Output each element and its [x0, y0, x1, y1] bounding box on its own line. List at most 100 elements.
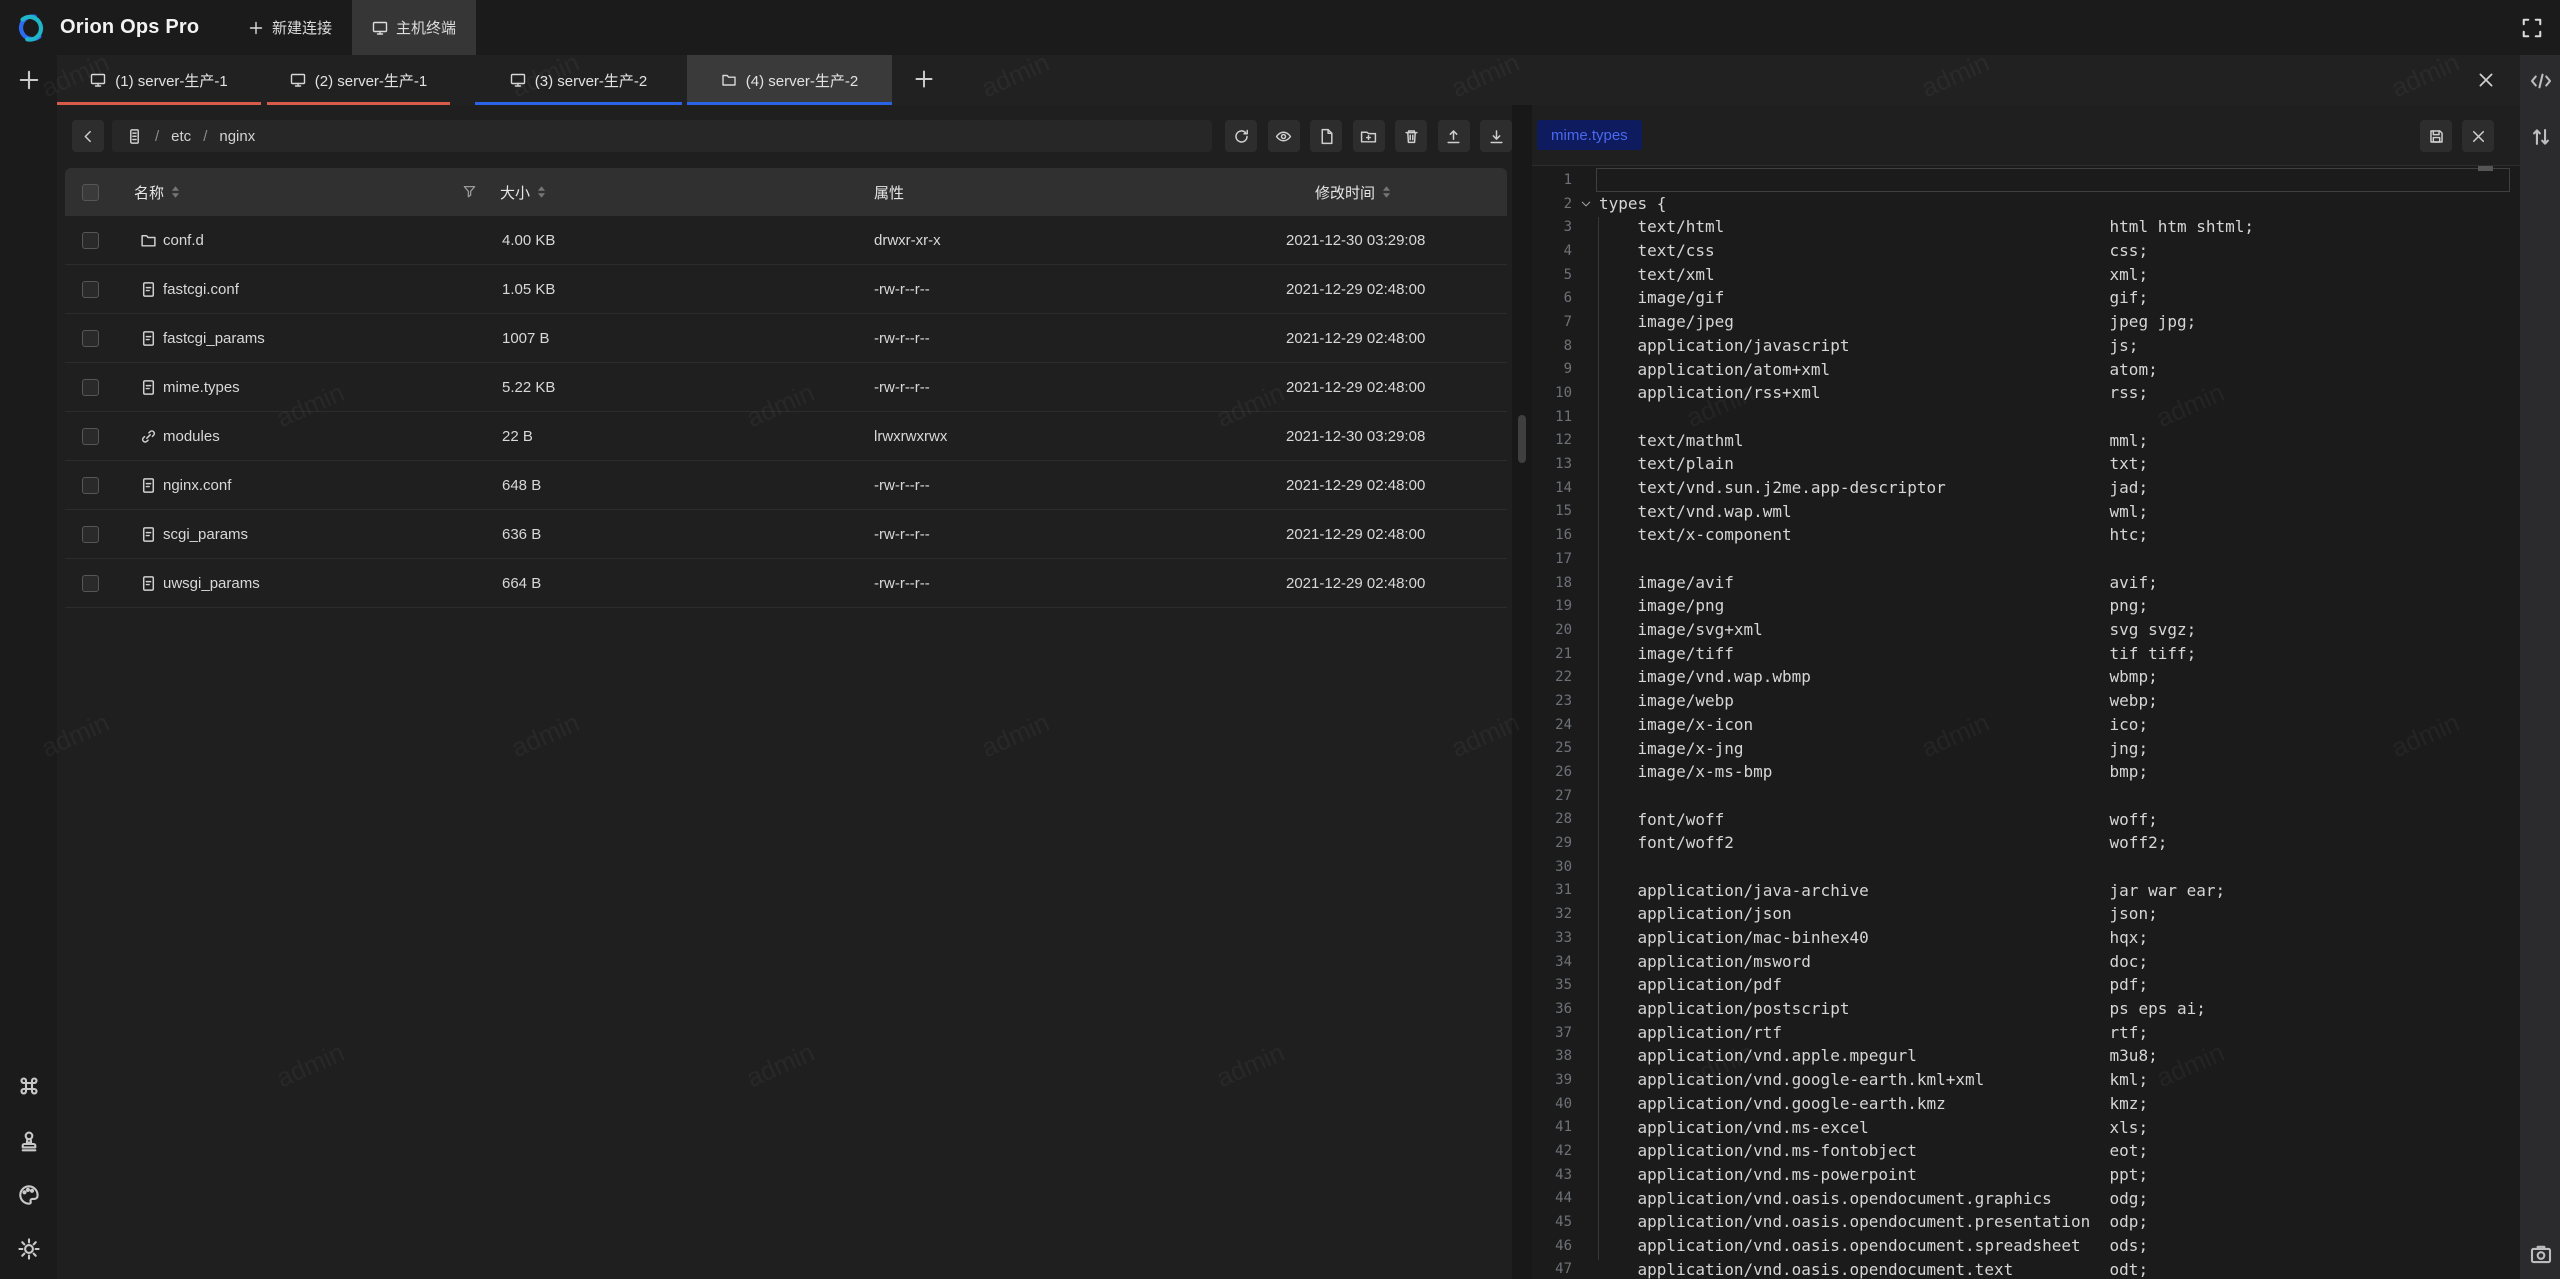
- code-line-31[interactable]: 31 application/java-archive jar war ear;: [1532, 879, 2520, 903]
- terminal-tab-2[interactable]: (2) server-生产-1: [267, 55, 450, 105]
- code-line-46[interactable]: 46 application/vnd.oasis.opendocument.sp…: [1532, 1234, 2520, 1258]
- rightbar-sort-vertical-button[interactable]: [2527, 123, 2554, 150]
- app-logo[interactable]: Orion Ops Pro: [12, 12, 199, 44]
- code-line-3[interactable]: 3 text/html html htm shtml;: [1532, 215, 2520, 239]
- row-checkbox[interactable]: [82, 428, 99, 445]
- column-header-size[interactable]: 大小: [500, 168, 546, 216]
- eye-button[interactable]: [1268, 120, 1300, 152]
- file-row-modules[interactable]: modules22 Blrwxrwxrwx2021-12-30 03:29:08: [65, 412, 1507, 461]
- breadcrumb[interactable]: /etc/nginx: [112, 120, 1212, 152]
- terminal-tab-4[interactable]: (4) server-生产-2: [687, 55, 892, 105]
- code-line-16[interactable]: 16 text/x-component htc;: [1532, 523, 2520, 547]
- select-all-checkbox[interactable]: [82, 184, 99, 201]
- sort-carets-icon[interactable]: [537, 185, 546, 199]
- code-line-13[interactable]: 13 text/plain txt;: [1532, 452, 2520, 476]
- file-row-fastcgi.conf[interactable]: fastcgi.conf1.05 KB-rw-r--r--2021-12-29 …: [65, 265, 1507, 314]
- fullscreen-icon[interactable]: [2520, 16, 2544, 40]
- code-line-36[interactable]: 36 application/postscript ps eps ai;: [1532, 997, 2520, 1021]
- code-line-1[interactable]: 1: [1532, 168, 2520, 192]
- file-row-mime.types[interactable]: mime.types5.22 KB-rw-r--r--2021-12-29 02…: [65, 363, 1507, 412]
- sidebar-command-button[interactable]: [15, 1072, 42, 1099]
- code-line-15[interactable]: 15 text/vnd.wap.wml wml;: [1532, 500, 2520, 524]
- add-tab-button[interactable]: [913, 68, 937, 92]
- code-line-45[interactable]: 45 application/vnd.oasis.opendocument.pr…: [1532, 1210, 2520, 1234]
- sort-carets-icon[interactable]: [1382, 185, 1391, 199]
- close-editor-button[interactable]: [2462, 120, 2494, 152]
- refresh-button[interactable]: [1225, 120, 1257, 152]
- code-line-25[interactable]: 25 image/x-jng jng;: [1532, 737, 2520, 761]
- code-line-5[interactable]: 5 text/xml xml;: [1532, 263, 2520, 287]
- file-row-scgi_params[interactable]: scgi_params636 B-rw-r--r--2021-12-29 02:…: [65, 510, 1507, 559]
- sidebar-stamp-button[interactable]: [15, 1127, 42, 1154]
- sort-carets-icon[interactable]: [171, 185, 180, 199]
- save-button[interactable]: [2420, 120, 2452, 152]
- editor-file-tab[interactable]: mime.types: [1537, 120, 1642, 150]
- upload-button[interactable]: [1438, 120, 1470, 152]
- sidebar-palette-button[interactable]: [15, 1181, 42, 1208]
- row-checkbox[interactable]: [82, 232, 99, 249]
- code-line-41[interactable]: 41 application/vnd.ms-excel xls;: [1532, 1116, 2520, 1140]
- file-row-conf.d[interactable]: conf.d4.00 KBdrwxr-xr-x2021-12-30 03:29:…: [65, 216, 1507, 265]
- new-folder-button[interactable]: [1353, 120, 1385, 152]
- code-line-20[interactable]: 20 image/svg+xml svg svgz;: [1532, 618, 2520, 642]
- code-line-47[interactable]: 47 application/vnd.oasis.opendocument.te…: [1532, 1258, 2520, 1279]
- code-line-34[interactable]: 34 application/msword doc;: [1532, 950, 2520, 974]
- row-checkbox[interactable]: [82, 330, 99, 347]
- code-line-33[interactable]: 33 application/mac-binhex40 hqx;: [1532, 926, 2520, 950]
- code-line-23[interactable]: 23 image/webp webp;: [1532, 689, 2520, 713]
- editor-scrollbar-thumb[interactable]: [2478, 166, 2493, 171]
- code-area[interactable]: 12types {3 text/html html htm shtml;4 te…: [1532, 166, 2520, 1279]
- code-line-2[interactable]: 2types {: [1532, 192, 2520, 216]
- code-line-27[interactable]: 27: [1532, 784, 2520, 808]
- row-checkbox[interactable]: [82, 477, 99, 494]
- code-line-17[interactable]: 17: [1532, 547, 2520, 571]
- row-checkbox[interactable]: [82, 526, 99, 543]
- fold-chevron-icon[interactable]: [1572, 198, 1599, 210]
- code-line-28[interactable]: 28 font/woff woff;: [1532, 808, 2520, 832]
- code-line-22[interactable]: 22 image/vnd.wap.wbmp wbmp;: [1532, 665, 2520, 689]
- sidebar-gear-button[interactable]: [15, 1235, 42, 1262]
- code-line-7[interactable]: 7 image/jpeg jpeg jpg;: [1532, 310, 2520, 334]
- code-line-10[interactable]: 10 application/rss+xml rss;: [1532, 381, 2520, 405]
- code-line-42[interactable]: 42 application/vnd.ms-fontobject eot;: [1532, 1139, 2520, 1163]
- file-row-fastcgi_params[interactable]: fastcgi_params1007 B-rw-r--r--2021-12-29…: [65, 314, 1507, 363]
- code-line-44[interactable]: 44 application/vnd.oasis.opendocument.gr…: [1532, 1187, 2520, 1211]
- rightbar-code-button[interactable]: [2527, 67, 2554, 94]
- code-line-11[interactable]: 11: [1532, 405, 2520, 429]
- breadcrumb-segment-etc[interactable]: etc: [171, 128, 191, 145]
- code-line-39[interactable]: 39 application/vnd.google-earth.kml+xml …: [1532, 1068, 2520, 1092]
- code-line-19[interactable]: 19 image/png png;: [1532, 594, 2520, 618]
- code-line-30[interactable]: 30: [1532, 855, 2520, 879]
- code-line-14[interactable]: 14 text/vnd.sun.j2me.app-descriptor jad;: [1532, 476, 2520, 500]
- download-button[interactable]: [1480, 120, 1512, 152]
- code-line-29[interactable]: 29 font/woff2 woff2;: [1532, 831, 2520, 855]
- rightbar-camera-button[interactable]: [2527, 1240, 2554, 1267]
- code-line-4[interactable]: 4 text/css css;: [1532, 239, 2520, 263]
- code-line-26[interactable]: 26 image/x-ms-bmp bmp;: [1532, 760, 2520, 784]
- panel-resize-gutter[interactable]: [1512, 105, 1532, 1279]
- code-line-43[interactable]: 43 application/vnd.ms-powerpoint ppt;: [1532, 1163, 2520, 1187]
- code-line-40[interactable]: 40 application/vnd.google-earth.kmz kmz;: [1532, 1092, 2520, 1116]
- terminal-tab-3[interactable]: (3) server-生产-2: [475, 55, 682, 105]
- code-line-6[interactable]: 6 image/gif gif;: [1532, 286, 2520, 310]
- code-line-12[interactable]: 12 text/mathml mml;: [1532, 429, 2520, 453]
- code-line-38[interactable]: 38 application/vnd.apple.mpegurl m3u8;: [1532, 1044, 2520, 1068]
- resize-handle[interactable]: [1518, 415, 1526, 463]
- close-all-tabs-icon[interactable]: [2476, 70, 2496, 90]
- code-line-24[interactable]: 24 image/x-icon ico;: [1532, 713, 2520, 737]
- terminal-tab-1[interactable]: (1) server-生产-1: [57, 55, 261, 105]
- file-row-uwsgi_params[interactable]: uwsgi_params664 B-rw-r--r--2021-12-29 02…: [65, 559, 1507, 608]
- filter-icon[interactable]: [462, 184, 477, 203]
- column-header-name[interactable]: 名称: [134, 168, 180, 216]
- code-line-37[interactable]: 37 application/rtf rtf;: [1532, 1021, 2520, 1045]
- menu-new-connection[interactable]: 新建连接: [228, 0, 352, 55]
- code-line-21[interactable]: 21 image/tiff tif tiff;: [1532, 642, 2520, 666]
- code-line-18[interactable]: 18 image/avif avif;: [1532, 571, 2520, 595]
- sidebar-plus-button[interactable]: [15, 66, 42, 93]
- new-file-button[interactable]: [1310, 120, 1342, 152]
- row-checkbox[interactable]: [82, 575, 99, 592]
- code-line-35[interactable]: 35 application/pdf pdf;: [1532, 973, 2520, 997]
- back-button[interactable]: [72, 120, 104, 152]
- file-row-nginx.conf[interactable]: nginx.conf648 B-rw-r--r--2021-12-29 02:4…: [65, 461, 1507, 510]
- column-header-mtime[interactable]: 修改时间: [1315, 168, 1391, 216]
